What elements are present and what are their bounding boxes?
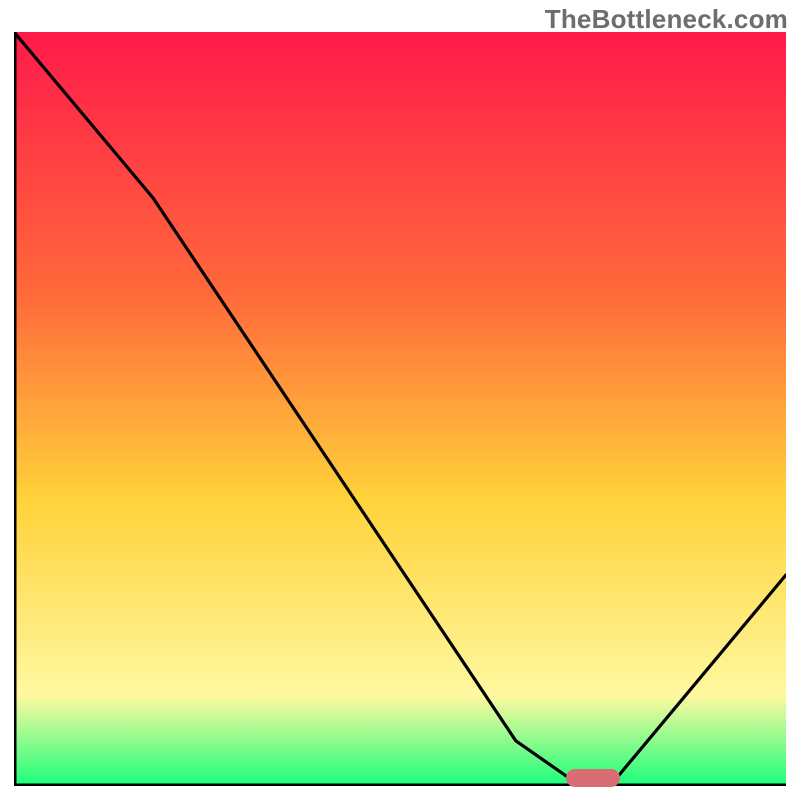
chart-svg xyxy=(14,32,786,786)
chart-background xyxy=(14,32,786,786)
chart-stage: TheBottleneck.com xyxy=(0,0,800,800)
watermark-text: TheBottleneck.com xyxy=(545,4,788,35)
chart-plot-area xyxy=(14,32,786,786)
optimal-marker xyxy=(566,769,620,787)
